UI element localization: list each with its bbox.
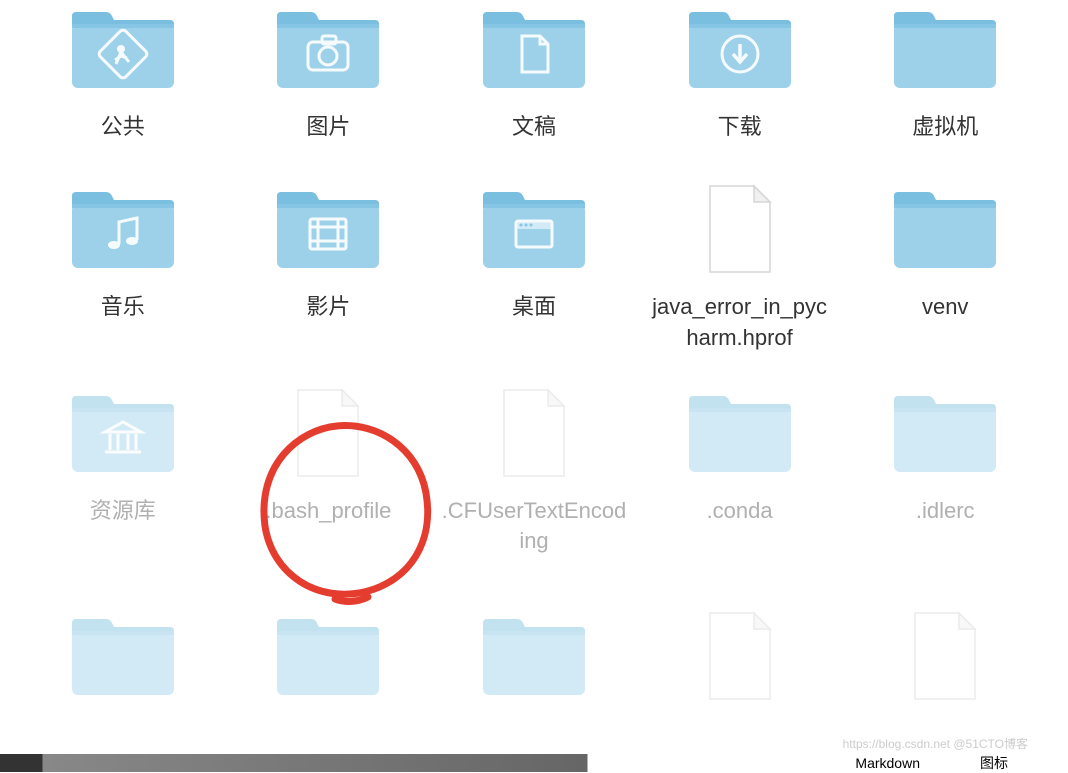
folder-item[interactable]: 公共 [20, 0, 226, 180]
file-icon [474, 384, 594, 484]
folder-item[interactable]: 文稿 [431, 0, 637, 180]
item-label: 影片 [306, 292, 350, 323]
finder-icon-grid: 公共 图片 文稿 下载 虚拟机 [0, 0, 1068, 767]
folder-icon [268, 0, 388, 100]
file-item[interactable]: .bash_profile [226, 384, 432, 588]
folder-icon [268, 180, 388, 280]
item-label: 虚拟机 [912, 112, 978, 143]
folder-icon [474, 0, 594, 100]
item-label: java_error_in_pycharm.hprof [647, 292, 833, 354]
folder-item[interactable]: 下载 [637, 0, 843, 180]
folder-icon [474, 180, 594, 280]
folder-item[interactable]: 影片 [226, 180, 432, 384]
folder-item[interactable]: 资源库 [20, 384, 226, 588]
folder-item[interactable] [20, 587, 226, 767]
folder-item[interactable]: venv [842, 180, 1048, 384]
folder-icon [63, 607, 183, 707]
file-item[interactable] [842, 587, 1048, 767]
folder-icon [63, 0, 183, 100]
bottom-text-icon: 图标 [980, 753, 1008, 773]
folder-item[interactable]: 图片 [226, 0, 432, 180]
folder-item[interactable]: 桌面 [431, 180, 637, 384]
file-icon [680, 180, 800, 280]
bottom-status-bar: Markdown 图标 [0, 754, 1068, 772]
file-item[interactable]: .CFUserTextEncoding [431, 384, 637, 588]
folder-icon [680, 0, 800, 100]
file-item[interactable] [637, 587, 843, 767]
file-icon [268, 384, 388, 484]
item-label: 下载 [718, 112, 762, 143]
folder-item[interactable]: .idlerc [842, 384, 1048, 588]
file-item[interactable]: java_error_in_pycharm.hprof [637, 180, 843, 384]
folder-item[interactable] [226, 587, 432, 767]
item-label: .conda [707, 496, 773, 527]
folder-icon [885, 0, 1005, 100]
item-label: 图片 [306, 112, 350, 143]
file-icon [680, 607, 800, 707]
item-label: .CFUserTextEncoding [441, 496, 627, 558]
item-label: 音乐 [101, 292, 145, 323]
item-label: 公共 [101, 112, 145, 143]
item-label: venv [922, 292, 968, 323]
item-label: 桌面 [512, 292, 556, 323]
folder-item[interactable]: 音乐 [20, 180, 226, 384]
item-label: 资源库 [90, 496, 156, 527]
folder-item[interactable]: .conda [637, 384, 843, 588]
folder-icon [885, 180, 1005, 280]
bottom-text-markdown: Markdown [855, 755, 920, 771]
folder-item[interactable] [431, 587, 637, 767]
folder-item[interactable]: 虚拟机 [842, 0, 1048, 180]
folder-icon [885, 384, 1005, 484]
folder-icon [63, 180, 183, 280]
file-icon [885, 607, 1005, 707]
folder-icon [680, 384, 800, 484]
folder-icon [474, 607, 594, 707]
folder-icon [63, 384, 183, 484]
item-label: 文稿 [512, 112, 556, 143]
folder-icon [268, 607, 388, 707]
item-label: .bash_profile [265, 496, 391, 527]
item-label: .idlerc [916, 496, 975, 527]
